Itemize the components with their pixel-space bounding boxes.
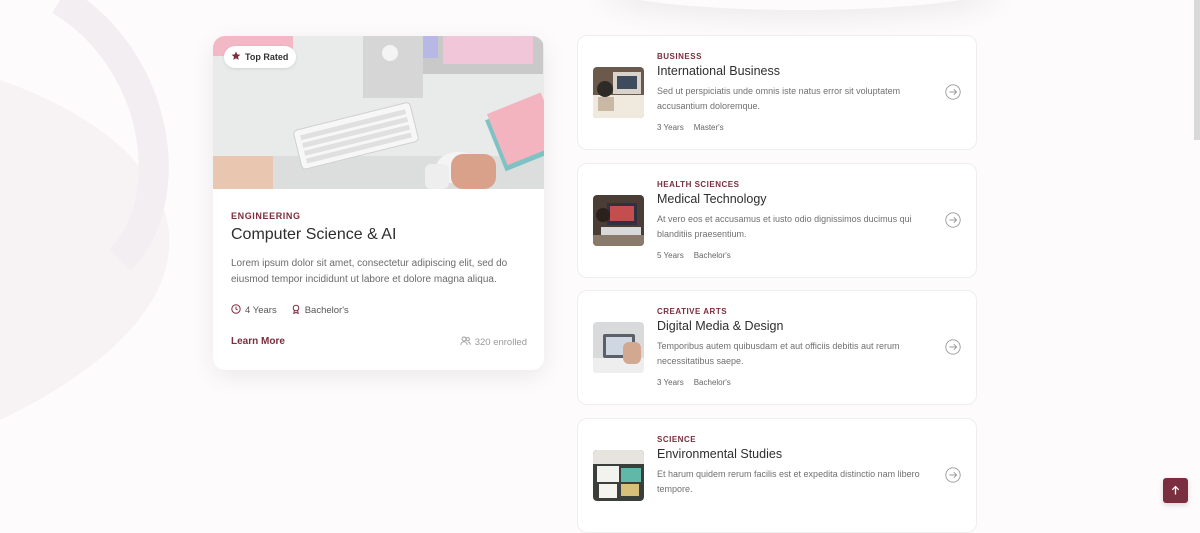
- program-card[interactable]: SCIENCE Environmental Studies Et harum q…: [577, 418, 977, 533]
- program-meta: 3 Years Master's: [657, 123, 724, 132]
- program-title[interactable]: Digital Media & Design: [657, 319, 783, 333]
- scrollbar[interactable]: [1194, 0, 1200, 140]
- featured-program-card: Top Rated ENGINEERING Computer Science &…: [213, 36, 544, 370]
- program-category: ENGINEERING: [231, 211, 301, 221]
- program-description: Sed ut perspiciatis unde omnis iste natu…: [657, 86, 901, 111]
- program-thumbnail: [593, 450, 644, 501]
- degree-label: Bachelor's: [304, 305, 349, 316]
- degree-label: Master's: [693, 123, 724, 132]
- program-meta: 5 Years Bachelor's: [657, 251, 731, 260]
- enrolled-label: 320 enrolled: [474, 337, 527, 348]
- scroll-to-top-button[interactable]: [1163, 478, 1188, 503]
- duration-meta: 4 Years: [231, 304, 277, 317]
- duration-label: 4 Years: [245, 305, 277, 316]
- program-title[interactable]: Environmental Studies: [657, 447, 782, 461]
- program-thumbnail: [593, 195, 644, 246]
- duration-label: 5 Years: [657, 251, 684, 260]
- top-rated-badge: Top Rated: [224, 46, 297, 68]
- program-description: Lorem ipsum dolor sit amet, consectetur …: [231, 258, 508, 285]
- program-title[interactable]: International Business: [657, 64, 780, 78]
- program-description: At vero eos et accusamus et iusto odio d…: [657, 214, 912, 239]
- badge-label: Top Rated: [245, 52, 289, 62]
- program-card[interactable]: BUSINESS International Business Sed ut p…: [577, 35, 977, 150]
- arrow-right-circle-icon[interactable]: [945, 467, 961, 483]
- program-meta: 4 Years Bachelor's: [231, 304, 349, 317]
- arrow-right-circle-icon[interactable]: [945, 339, 961, 355]
- program-description: Temporibus autem quibusdam et aut offici…: [657, 341, 900, 366]
- degree-label: Bachelor's: [693, 251, 731, 260]
- arrow-right-circle-icon[interactable]: [945, 84, 961, 100]
- star-icon: [231, 51, 241, 63]
- award-icon: [291, 304, 301, 317]
- program-title[interactable]: Medical Technology: [657, 192, 767, 206]
- program-title[interactable]: Computer Science & AI: [231, 226, 396, 244]
- program-meta: 3 Years Bachelor's: [657, 378, 731, 387]
- program-category: HEALTH SCIENCES: [657, 180, 740, 189]
- program-category: BUSINESS: [657, 52, 702, 61]
- degree-meta: Bachelor's: [291, 304, 349, 317]
- program-thumbnail: [593, 67, 644, 118]
- program-thumbnail: [593, 322, 644, 373]
- clock-icon: [231, 304, 241, 317]
- header-shadow: [600, 0, 1000, 10]
- program-category: CREATIVE ARTS: [657, 307, 728, 316]
- program-card[interactable]: HEALTH SCIENCES Medical Technology At ve…: [577, 163, 977, 278]
- degree-label: Bachelor's: [693, 378, 731, 387]
- enrolled-count: 320 enrolled: [460, 336, 527, 349]
- arrow-right-circle-icon[interactable]: [945, 212, 961, 228]
- learn-more-link[interactable]: Learn More: [231, 336, 285, 347]
- duration-label: 3 Years: [657, 123, 684, 132]
- program-description: Et harum quidem rerum facilis est et exp…: [657, 469, 920, 494]
- arrow-up-icon: [1171, 485, 1180, 495]
- duration-label: 3 Years: [657, 378, 684, 387]
- program-card[interactable]: CREATIVE ARTS Digital Media & Design Tem…: [577, 290, 977, 405]
- program-category: SCIENCE: [657, 435, 697, 444]
- users-icon: [460, 336, 471, 349]
